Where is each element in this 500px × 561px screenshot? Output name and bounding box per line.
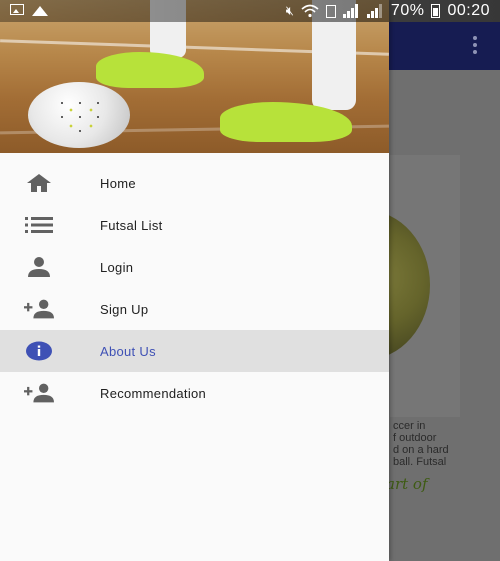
menu-item-label: Login: [100, 259, 134, 275]
menu-item-label: Home: [100, 175, 136, 191]
menu-item-label: About Us: [100, 343, 156, 359]
menu-item-sign-up[interactable]: Sign Up: [0, 288, 389, 330]
menu-item-futsal-list[interactable]: Futsal List: [0, 204, 389, 246]
drawer-menu: Home Futsal List Login Sign Up About Us …: [0, 162, 389, 414]
menu-item-home[interactable]: Home: [0, 162, 389, 204]
bg-text-line: ball. Futsal: [393, 456, 447, 468]
add-person-icon: [24, 382, 54, 404]
bg-text-line: f outdoor: [393, 432, 437, 444]
menu-item-login[interactable]: Login: [0, 246, 389, 288]
info-icon: [24, 340, 54, 362]
signal-icon: [342, 4, 360, 18]
overflow-menu-icon[interactable]: [472, 36, 478, 56]
mute-icon: 🔇︎: [285, 3, 294, 18]
status-bar: 🔇︎ 70% 00:20: [0, 0, 500, 22]
home-icon: [24, 172, 54, 194]
wifi-icon: [301, 4, 319, 18]
battery-icon: [431, 4, 441, 18]
navigation-drawer: Home Futsal List Login Sign Up About Us …: [0, 0, 389, 561]
menu-item-label: Recommendation: [100, 385, 207, 401]
person-icon: [24, 256, 54, 278]
background-description: ccer in f outdoor d on a hard ball. Futs…: [393, 420, 500, 468]
menu-item-label: Sign Up: [100, 301, 149, 317]
list-icon: [24, 214, 54, 236]
sim-icon: [325, 4, 336, 18]
menu-item-recommendation[interactable]: Recommendation: [0, 372, 389, 414]
add-person-icon: [24, 298, 54, 320]
futsal-ball-image: [28, 82, 130, 148]
photo-icon: [32, 4, 48, 16]
bg-text-line: d on a hard: [393, 444, 449, 456]
menu-item-label: Futsal List: [100, 217, 163, 233]
clock: 00:20: [447, 2, 490, 19]
menu-item-about-us[interactable]: About Us: [0, 330, 389, 372]
image-icon: [10, 4, 24, 15]
signal-icon: [366, 4, 384, 18]
background-italic-text: art of: [386, 475, 428, 493]
battery-percent: 70%: [390, 2, 425, 19]
bg-text-line: ccer in: [393, 420, 426, 432]
drawer-header-image: [0, 0, 389, 153]
